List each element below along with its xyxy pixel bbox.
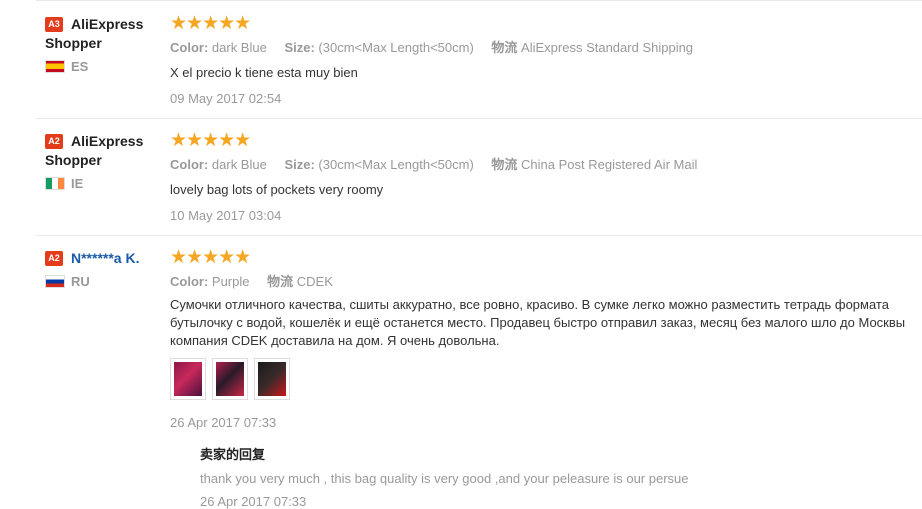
star-rating: ★★★★★ [170,130,251,151]
reviewer-info: A2 AliExpress Shopper IE [45,132,163,191]
reviewer-name-block: A2 N******a K. [45,249,163,268]
russia-flag-icon [45,275,65,288]
logistics-value: AliExpress Standard Shipping [521,40,694,55]
seller-reply-text: thank you very much , this bag quality i… [200,471,689,486]
color-label: Color: [170,157,209,172]
buyer-level-badge: A2 [45,134,63,149]
color-value: Purple [211,274,250,289]
reviewer-info: A2 N******a K. RU [45,249,163,289]
review-divider [36,118,922,119]
logistics-label: 物流 [491,157,518,172]
color-value: dark Blue [211,157,267,172]
review-photo-thumbnail[interactable] [254,358,290,400]
review-text: lovely bag lots of pockets very roomy [170,182,384,197]
reviewer-country: ES [45,59,163,74]
color-label: Color: [170,40,209,55]
review-date: 26 Apr 2017 07:33 [170,415,277,430]
buyer-level-badge: A3 [45,17,63,32]
star-rating: ★★★★★ [170,13,251,34]
spain-flag-icon [45,60,65,73]
review-photos [170,358,922,400]
buyer-level-badge: A2 [45,251,63,266]
review-text-line: компания CDEK доставила на дом. Я очень … [170,333,500,348]
country-code: RU [71,274,90,289]
reviewer-info: A3 AliExpress Shopper ES [45,15,163,74]
bag-photo-image [258,362,286,396]
logistics-value: China Post Registered Air Mail [521,157,698,172]
review-divider [36,0,922,1]
color-label: Color: [170,274,209,289]
review-content: ★★★★★ Color: dark Blue Size: (30cm<Max L… [170,13,922,108]
bag-photo-image [174,362,202,396]
review-text-line: бутылочку с водой, кошелёк и ещё останет… [170,315,906,330]
logistics-value: CDEK [296,274,333,289]
reviewer-country: IE [45,176,163,191]
logistics-label: 物流 [491,40,518,55]
review-photo-thumbnail[interactable] [212,358,248,400]
review-photo-thumbnail[interactable] [170,358,206,400]
reviewer-name-block: A2 AliExpress Shopper [45,132,163,170]
star-rating: ★★★★★ [170,247,251,268]
color-value: dark Blue [211,40,267,55]
country-code: IE [71,176,84,191]
order-attributes: Color: dark Blue Size: (30cm<Max Length<… [170,156,922,174]
size-value: (30cm<Max Length<50cm) [318,40,474,55]
country-code: ES [71,59,89,74]
reviewer-name-block: A3 AliExpress Shopper [45,15,163,53]
review-text: X el precio k tiene esta muy bien [170,65,358,80]
seller-reply-date: 26 Apr 2017 07:33 [200,494,307,509]
size-label: Size: [284,40,315,55]
review-content: ★★★★★ Color: Purple 物流 CDEK Сумочки отли… [170,247,922,432]
review-text-line: Сумочки отличного качества, сшиты аккура… [170,297,889,312]
review-text: Сумочки отличного качества, сшиты аккура… [170,296,922,350]
bag-photo-image [216,362,244,396]
order-attributes: Color: dark Blue Size: (30cm<Max Length<… [170,39,922,57]
seller-reply-title: 卖家的回复 [200,447,266,462]
size-label: Size: [284,157,315,172]
seller-reply: 卖家的回复 thank you very much , this bag qua… [200,444,689,509]
review-divider [36,235,922,236]
reviewer-name-link[interactable]: N******a K. [71,250,139,266]
ireland-flag-icon [45,177,65,190]
order-attributes: Color: Purple 物流 CDEK [170,273,922,291]
logistics-label: 物流 [267,274,294,289]
size-value: (30cm<Max Length<50cm) [318,157,474,172]
reviewer-country: RU [45,274,163,289]
review-date: 10 May 2017 03:04 [170,208,282,223]
review-content: ★★★★★ Color: dark Blue Size: (30cm<Max L… [170,130,922,225]
review-date: 09 May 2017 02:54 [170,91,282,106]
